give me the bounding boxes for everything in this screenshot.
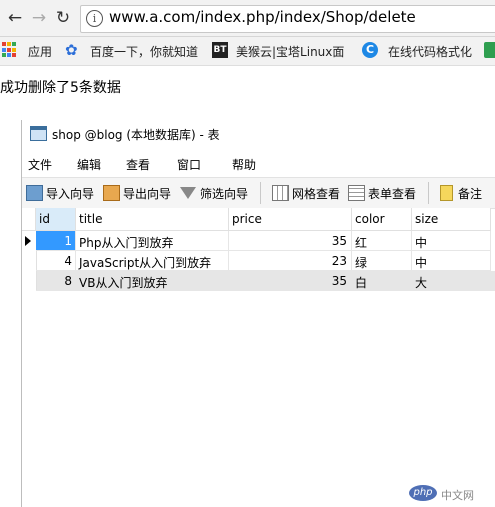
- navicat-table-window: shop @blog (本地数据库) - 表 文件 编辑 查看 窗口 帮助 导入…: [21, 120, 495, 507]
- row-indicator-header: [22, 208, 36, 231]
- filter-wizard-button[interactable]: 筛选向导: [200, 185, 248, 202]
- window-title: shop @blog (本地数据库) - 表: [52, 128, 220, 142]
- cell-id[interactable]: 4: [36, 251, 76, 271]
- form-view-button[interactable]: 表单查看: [368, 185, 416, 202]
- cell-color[interactable]: 红: [352, 231, 412, 251]
- current-row-indicator: [22, 231, 37, 251]
- column-header-id[interactable]: id: [36, 208, 76, 231]
- form-view-icon: [348, 185, 365, 201]
- export-wizard-button[interactable]: 导出向导: [123, 185, 171, 202]
- bookmark-code-format[interactable]: 在线代码格式化: [388, 43, 472, 60]
- table-row[interactable]: 8 VB从入门到放弃 35 白 大: [22, 271, 495, 291]
- bt-logo-icon: BT: [212, 42, 228, 58]
- watermark-text: 中文网: [441, 489, 474, 502]
- cell-price[interactable]: 35: [229, 231, 352, 251]
- reload-icon[interactable]: ↻: [54, 9, 72, 27]
- cell-id[interactable]: 8: [36, 271, 76, 291]
- cell-title[interactable]: JavaScript从入门到放弃: [76, 251, 229, 271]
- bookmark-baidu[interactable]: 百度一下，你就知道: [90, 43, 198, 60]
- column-header-title[interactable]: title: [76, 208, 229, 231]
- filter-icon: [180, 187, 196, 199]
- menu-view[interactable]: 查看: [126, 156, 150, 173]
- cell-size[interactable]: 中: [412, 231, 491, 251]
- column-header-size[interactable]: size: [412, 208, 491, 231]
- note-button[interactable]: 备注: [458, 185, 482, 202]
- table-icon: [30, 126, 47, 141]
- import-wizard-button[interactable]: 导入向导: [46, 185, 94, 202]
- column-header-color[interactable]: color: [352, 208, 412, 231]
- arrow-left-icon[interactable]: ←: [6, 9, 24, 27]
- cell-title[interactable]: Php从入门到放弃: [76, 231, 229, 251]
- table-row[interactable]: 4 JavaScript从入门到放弃 23 绿 中: [22, 251, 495, 271]
- row-indicator: [22, 251, 37, 271]
- address-bar[interactable]: i www.a.com/index.php/index/Shop/delete: [80, 5, 495, 33]
- menu-help[interactable]: 帮助: [232, 156, 256, 173]
- cell-size[interactable]: 中: [412, 251, 491, 271]
- export-wizard-icon: [103, 185, 120, 201]
- folder-icon[interactable]: [484, 42, 495, 58]
- toolbar: 导入向导 导出向导 筛选向导 网格查看 表单查看 备注: [22, 177, 495, 209]
- note-icon: [440, 185, 453, 201]
- cell-color[interactable]: 绿: [352, 251, 412, 271]
- cell-title[interactable]: VB从入门到放弃: [76, 271, 229, 291]
- column-header-price[interactable]: price: [229, 208, 352, 231]
- cell-size[interactable]: 大: [412, 271, 491, 291]
- window-title-bar: shop @blog (本地数据库) - 表: [22, 120, 495, 148]
- php-logo-icon: php: [409, 485, 437, 501]
- import-wizard-icon: [26, 185, 43, 201]
- menu-file[interactable]: 文件: [28, 156, 52, 173]
- toolbar-separator: [260, 182, 261, 204]
- cell-price[interactable]: 35: [229, 271, 352, 291]
- grid-view-icon: [272, 185, 289, 201]
- baidu-paw-icon: ✿: [65, 41, 78, 59]
- arrow-right-icon[interactable]: →: [30, 9, 48, 27]
- c-logo-icon: C: [362, 42, 378, 58]
- menu-edit[interactable]: 编辑: [77, 156, 101, 173]
- url-text[interactable]: www.a.com/index.php/index/Shop/delete: [109, 8, 416, 26]
- row-pointer-icon: [25, 236, 31, 246]
- apps-grid-icon[interactable]: [2, 42, 18, 58]
- toolbar-separator: [428, 182, 429, 204]
- bookmark-bt[interactable]: 美猴云|宝塔Linux面: [236, 43, 344, 60]
- grid-view-button[interactable]: 网格查看: [292, 185, 340, 202]
- cell-id[interactable]: 1: [36, 231, 76, 251]
- menu-window[interactable]: 窗口: [177, 156, 201, 173]
- info-icon[interactable]: i: [86, 10, 103, 27]
- menu-bar: 文件 编辑 查看 窗口 帮助: [22, 152, 495, 174]
- cell-color[interactable]: 白: [352, 271, 412, 291]
- delete-result-message: 成功删除了5条数据: [0, 80, 121, 96]
- cell-price[interactable]: 23: [229, 251, 352, 271]
- row-indicator: [22, 271, 37, 291]
- browser-toolbar: ← → ↻ i www.a.com/index.php/index/Shop/d…: [0, 0, 495, 37]
- bookmarks-bar: 应用 ✿ 百度一下，你就知道 BT 美猴云|宝塔Linux面 C 在线代码格式化: [0, 37, 495, 66]
- bookmark-apps[interactable]: 应用: [28, 43, 52, 60]
- table-row[interactable]: 1 Php从入门到放弃 35 红 中: [22, 231, 495, 251]
